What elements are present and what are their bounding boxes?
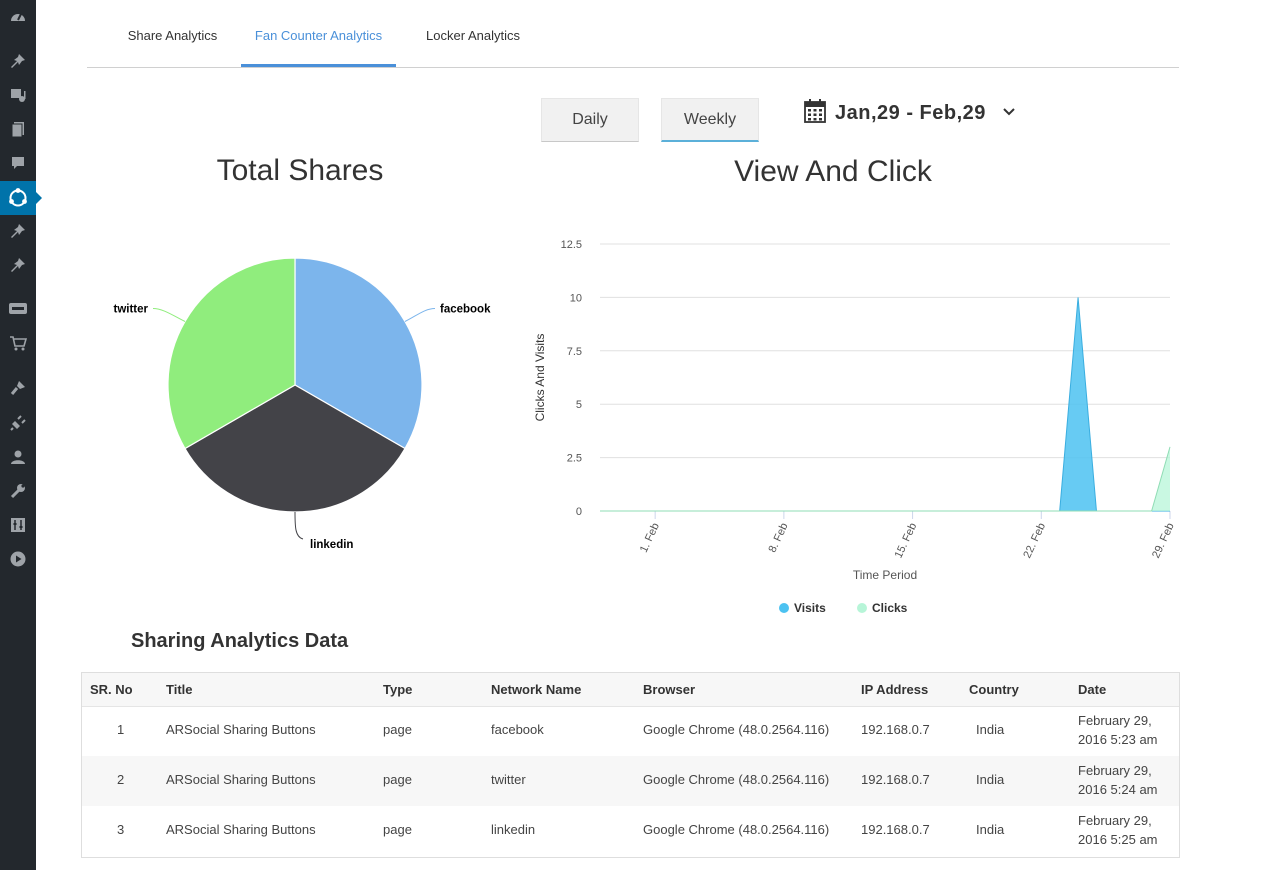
cell-sr-no: 3 xyxy=(117,822,125,837)
weekly-button[interactable]: Weekly xyxy=(661,98,759,142)
x-axis-label: Time Period xyxy=(853,568,917,582)
x-tick-label: 1. Feb xyxy=(638,521,662,554)
sharing-analytics-title: Sharing Analytics Data xyxy=(131,630,349,652)
cell-browser: Google Chrome (48.0.2564.116) xyxy=(643,722,830,737)
pin-icon[interactable] xyxy=(0,250,36,280)
woo-icon[interactable] xyxy=(0,294,36,324)
header-ip-address: IP Address xyxy=(861,682,929,697)
calendar-icon xyxy=(804,98,826,128)
play-icon[interactable] xyxy=(0,544,36,574)
pie-label-twitter: twitter xyxy=(114,304,149,316)
cell-date: February 29, 2016 5:24 am xyxy=(1078,763,1158,797)
cell-title: ARSocial Sharing Buttons xyxy=(166,722,316,737)
y-tick-label: 12.5 xyxy=(561,239,582,251)
dashboard-icon[interactable] xyxy=(0,2,36,32)
y-tick-label: 10 xyxy=(570,292,582,304)
cell-ip: 192.168.0.7 xyxy=(861,822,930,837)
header-browser: Browser xyxy=(643,682,696,697)
daily-button[interactable]: Daily xyxy=(541,98,639,142)
table-row: 1 ARSocial Sharing Buttons page facebook… xyxy=(82,706,1179,756)
comments-icon[interactable] xyxy=(0,148,36,178)
tab-fan-counter-analytics[interactable]: Fan Counter Analytics xyxy=(241,0,396,67)
appearance-icon[interactable] xyxy=(0,373,36,403)
tab-locker-analytics[interactable]: Locker Analytics xyxy=(413,0,533,67)
total-shares-title: Total Shares xyxy=(216,154,384,187)
settings-icon[interactable] xyxy=(0,510,36,540)
tab-share-analytics[interactable]: Share Analytics xyxy=(105,0,240,67)
cell-country: India xyxy=(976,722,1005,737)
pie-connector-linkedin xyxy=(294,511,304,540)
users-icon[interactable] xyxy=(0,442,36,472)
cell-sr-no: 2 xyxy=(117,772,125,787)
date-range-label: Jan,29 - Feb,29 xyxy=(835,101,986,124)
cell-sr-no: 1 xyxy=(117,722,125,737)
header-date: Date xyxy=(1078,682,1107,697)
cell-network: facebook xyxy=(491,722,544,737)
legend-marker-clicks xyxy=(857,603,867,613)
total-shares-pie-chart: facebook linkedin twitter xyxy=(114,257,491,551)
analytics-tabs: Share Analytics Fan Counter Analytics Lo… xyxy=(87,0,1179,68)
view-click-area-chart: 0 2.5 5 7.5 10 12.5 1. Feb 8. Feb 15. Feb 22. Feb… xyxy=(533,239,1177,615)
cell-ip: 192.168.0.7 xyxy=(861,722,930,737)
table-row: 3 ARSocial Sharing Buttons page linkedin… xyxy=(82,806,1179,856)
cell-title: ARSocial Sharing Buttons xyxy=(166,822,316,837)
y-tick-label: 0 xyxy=(576,506,582,518)
y-tick-label: 5 xyxy=(576,399,582,411)
media-icon[interactable] xyxy=(0,80,36,110)
sharing-analytics-table: SR. No Title Type Network Name Browser I… xyxy=(81,672,1180,858)
x-tick-label: 8. Feb xyxy=(767,521,791,554)
cell-country: India xyxy=(976,772,1005,787)
cell-ip: 192.168.0.7 xyxy=(861,772,930,787)
y-tick-label: 2.5 xyxy=(567,453,582,465)
cell-country: India xyxy=(976,822,1005,837)
pie-label-facebook: facebook xyxy=(440,304,491,316)
admin-sidebar xyxy=(0,0,42,870)
tools-icon[interactable] xyxy=(0,476,36,506)
x-tick-label: 22. Feb xyxy=(1021,521,1048,560)
pin-icon[interactable] xyxy=(0,216,36,246)
pie-label-linkedin: linkedin xyxy=(310,539,353,551)
y-axis-label: Clicks And Visits xyxy=(533,334,547,422)
pin-icon[interactable] xyxy=(0,46,36,76)
chevron-down-icon[interactable] xyxy=(1002,104,1016,122)
date-range-picker[interactable]: Jan,29 - Feb,29 xyxy=(804,98,1016,128)
pie-connector-twitter xyxy=(153,308,186,322)
cell-type: page xyxy=(383,722,412,737)
header-type: Type xyxy=(383,682,413,697)
cell-type: page xyxy=(383,772,412,787)
plugins-icon[interactable] xyxy=(0,408,36,438)
cell-browser: Google Chrome (48.0.2564.116) xyxy=(643,772,830,787)
cell-type: page xyxy=(383,822,412,837)
cell-browser: Google Chrome (48.0.2564.116) xyxy=(643,822,830,837)
header-title: Title xyxy=(166,682,193,697)
header-network-name: Network Name xyxy=(491,682,582,697)
header-country: Country xyxy=(969,682,1019,697)
cell-date: February 29, 2016 5:25 am xyxy=(1078,813,1158,847)
view-click-title: View And Click xyxy=(734,155,932,188)
table-row: 2 ARSocial Sharing Buttons page twitter … xyxy=(82,756,1179,806)
cell-date: February 29, 2016 5:23 am xyxy=(1078,713,1158,747)
pie-connector-facebook xyxy=(404,308,435,322)
cell-title: ARSocial Sharing Buttons xyxy=(166,772,316,787)
pages-icon[interactable] xyxy=(0,114,36,144)
arsocial-icon[interactable] xyxy=(0,181,42,215)
y-tick-label: 7.5 xyxy=(567,346,582,358)
legend-marker-visits xyxy=(779,603,789,613)
cell-network: twitter xyxy=(491,772,526,787)
cart-icon[interactable] xyxy=(0,328,36,358)
legend-label-clicks: Clicks xyxy=(872,601,908,615)
legend-label-visits: Visits xyxy=(794,601,826,615)
x-tick-label: 15. Feb xyxy=(893,521,920,560)
header-sr-no: SR. No xyxy=(90,682,133,697)
cell-network: linkedin xyxy=(491,822,536,837)
x-tick-label: 29. Feb xyxy=(1150,521,1177,560)
